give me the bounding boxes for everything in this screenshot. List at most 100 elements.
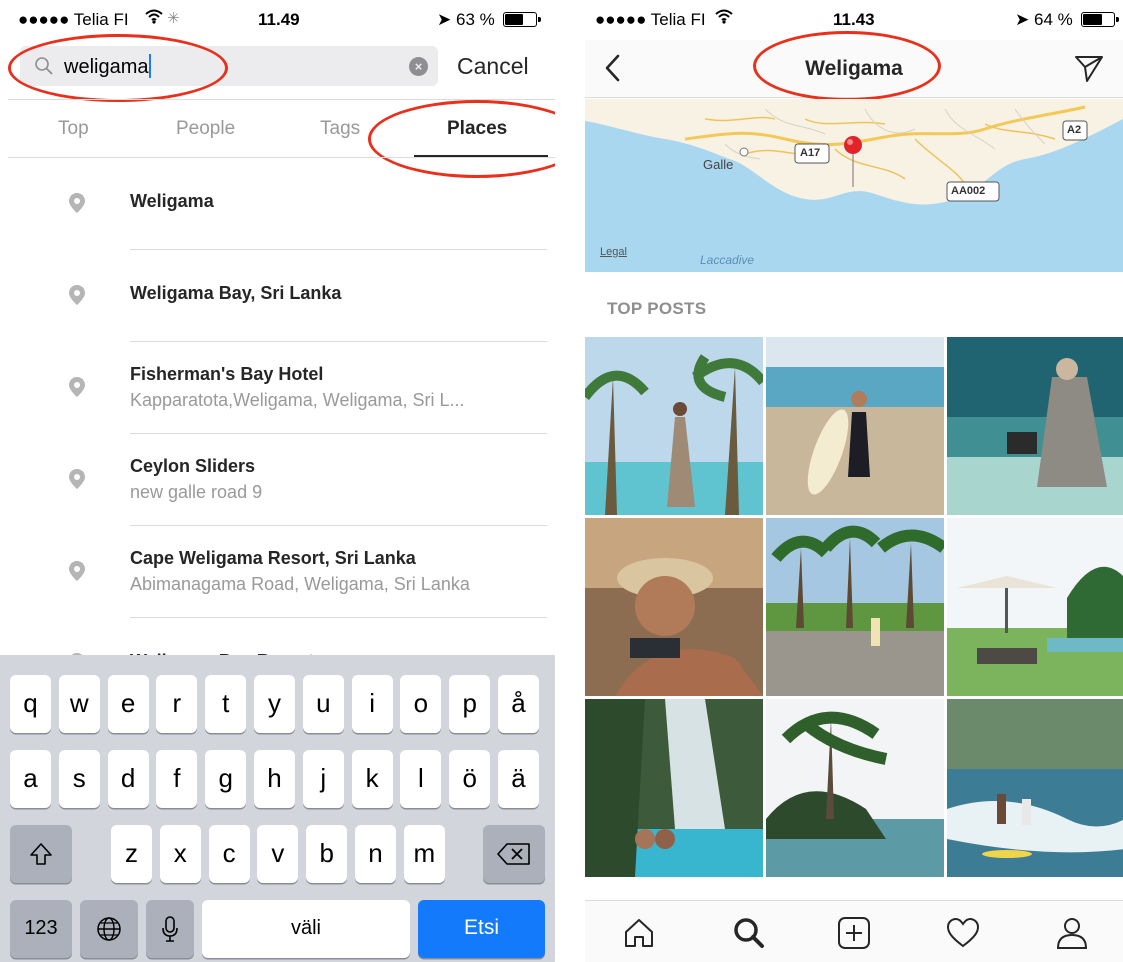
location-map[interactable]: Galle A17 A2 AA002 Legal Laccadive — [585, 99, 1123, 272]
key-ö[interactable]: ö — [449, 750, 491, 808]
place-result-item[interactable]: Ceylon Sliders new galle road 9 — [0, 434, 555, 526]
battery-percent: 63 % — [455, 10, 495, 29]
microphone-icon — [162, 916, 178, 942]
place-name: Weligama Bay, Sri Lanka — [130, 283, 342, 303]
battery-indicator: ➤ 63 % — [437, 10, 542, 30]
location-arrow-icon: ➤ — [437, 10, 452, 29]
place-address: new galle road 9 — [130, 482, 263, 502]
space-key[interactable]: väli — [202, 900, 410, 958]
key-e[interactable]: e — [107, 675, 149, 733]
map-legal-link[interactable]: Legal — [600, 246, 627, 258]
add-post-icon[interactable] — [836, 915, 872, 951]
globe-key[interactable] — [80, 900, 138, 958]
profile-icon[interactable] — [1054, 915, 1090, 951]
numbers-key[interactable]: 123 — [10, 900, 72, 958]
post-thumbnail-surfer-palms-road[interactable] — [766, 518, 944, 696]
left-phone-screen: ●●●●● Telia FI ✳ 11.49 ➤ 63 % weligama ×… — [0, 0, 555, 962]
key-u[interactable]: u — [302, 675, 344, 733]
cancel-button[interactable]: Cancel — [457, 53, 529, 80]
heart-icon[interactable] — [945, 915, 981, 951]
post-thumbnail-woman-sitting-floor[interactable] — [947, 337, 1123, 515]
place-result-item[interactable]: Weligama — [0, 158, 555, 250]
battery-indicator: ➤ 64 % — [1015, 10, 1120, 30]
right-phone-screen: ●●●●● Telia FI 11.43 ➤ 64 % Weligama Gal… — [585, 0, 1123, 962]
post-thumbnail-woman-hat-closeup[interactable] — [585, 518, 763, 696]
post-thumbnail-surfer-beach[interactable] — [766, 337, 944, 515]
shift-key[interactable] — [10, 825, 72, 883]
home-icon[interactable] — [621, 915, 657, 951]
location-pin-icon — [69, 193, 85, 213]
wifi-icon — [145, 8, 163, 29]
carrier-label: ●●●●● Telia FI — [18, 10, 129, 29]
backspace-key[interactable] — [483, 825, 545, 883]
key-t[interactable]: t — [205, 675, 247, 733]
key-å[interactable]: å — [498, 675, 539, 733]
key-r[interactable]: r — [156, 675, 198, 733]
key-g[interactable]: g — [205, 750, 247, 808]
key-f[interactable]: f — [156, 750, 198, 808]
tab-top[interactable]: Top — [58, 118, 89, 140]
key-q[interactable]: q — [10, 675, 51, 733]
post-thumbnail-resort-pool-umbrellas[interactable] — [947, 518, 1123, 696]
place-name: Weligama — [130, 191, 214, 211]
location-pin-icon — [69, 377, 85, 397]
key-w[interactable]: w — [58, 675, 100, 733]
key-n[interactable]: n — [355, 825, 396, 883]
place-result-item[interactable]: Fisherman's Bay Hotel Kapparatota,Weligam… — [0, 342, 555, 434]
highlight-circle-search — [8, 34, 228, 102]
key-h[interactable]: h — [254, 750, 295, 808]
key-ä[interactable]: ä — [498, 750, 539, 808]
key-s[interactable]: s — [58, 750, 100, 808]
key-y[interactable]: y — [254, 675, 295, 733]
map-graphic — [585, 99, 1123, 205]
location-pin-icon — [69, 561, 85, 581]
place-result-item[interactable]: Cape Weligama Resort, Sri Lanka Abimanaga… — [0, 526, 555, 618]
key-m[interactable]: m — [403, 825, 445, 883]
place-result-item[interactable]: Weligama Bay, Sri Lanka — [0, 250, 555, 342]
top-posts-grid — [585, 337, 1123, 877]
key-d[interactable]: d — [107, 750, 149, 808]
post-thumbnail-island-palms[interactable] — [766, 699, 944, 877]
bottom-tab-bar — [585, 900, 1123, 962]
map-road-label: AA002 — [951, 185, 986, 197]
shift-icon — [30, 843, 52, 865]
key-v[interactable]: v — [257, 825, 299, 883]
highlight-circle-title — [753, 31, 941, 101]
globe-icon — [97, 917, 121, 941]
direct-share-icon[interactable] — [1073, 52, 1105, 84]
key-l[interactable]: l — [400, 750, 442, 808]
place-name: Cape Weligama Resort, Sri Lanka — [130, 548, 416, 568]
key-z[interactable]: z — [111, 825, 152, 883]
post-thumbnail-woman-palms-pool[interactable] — [585, 337, 763, 515]
key-j[interactable]: j — [302, 750, 344, 808]
battery-percent: 64 % — [1033, 10, 1073, 29]
post-thumbnail-surfers-waves[interactable] — [947, 699, 1123, 877]
activity-spinner-icon: ✳ — [167, 10, 180, 27]
location-pin-icon — [69, 285, 85, 305]
key-c[interactable]: c — [208, 825, 250, 883]
key-i[interactable]: i — [351, 675, 393, 733]
clock-label: 11.43 — [833, 10, 875, 29]
place-name: Fisherman's Bay Hotel — [130, 364, 324, 384]
dictation-key[interactable] — [146, 900, 194, 958]
search-icon[interactable] — [731, 915, 767, 951]
tab-people[interactable]: People — [176, 118, 235, 140]
place-address: Abimanagama Road, Weligama, Sri Lanka — [130, 574, 470, 594]
key-p[interactable]: p — [449, 675, 491, 733]
post-thumbnail-waterfall-lagoon[interactable] — [585, 699, 763, 877]
location-arrow-icon: ➤ — [1015, 10, 1030, 29]
battery-icon — [503, 12, 542, 27]
section-title-top-posts: TOP POSTS — [607, 299, 707, 318]
map-road-label: A2 — [1067, 124, 1082, 136]
map-road-label: A17 — [800, 147, 821, 159]
battery-icon — [1081, 12, 1120, 27]
search-key[interactable]: Etsi — [418, 900, 545, 958]
key-b[interactable]: b — [306, 825, 348, 883]
key-o[interactable]: o — [400, 675, 442, 733]
clear-search-icon[interactable]: × — [409, 57, 428, 76]
key-x[interactable]: x — [159, 825, 201, 883]
place-name: Ceylon Sliders — [130, 456, 256, 476]
tab-tags[interactable]: Tags — [320, 118, 360, 140]
key-k[interactable]: k — [351, 750, 393, 808]
key-a[interactable]: a — [10, 750, 51, 808]
